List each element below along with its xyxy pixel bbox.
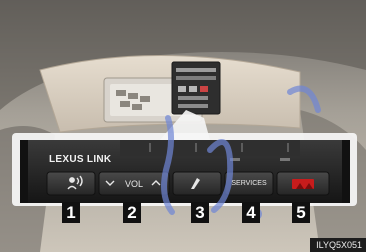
services-button[interactable]: SERVICES bbox=[225, 172, 273, 195]
overhead-console-scene bbox=[0, 0, 366, 252]
volume-label: VOL bbox=[124, 178, 143, 189]
callout-number-1: 1 bbox=[62, 202, 80, 223]
phone-button[interactable] bbox=[173, 172, 221, 195]
services-label: SERVICES bbox=[231, 180, 267, 187]
volume-button[interactable]: VOL bbox=[99, 172, 169, 195]
callout-number-4: 4 bbox=[242, 202, 260, 223]
image-code: ILYQ5X051 bbox=[310, 238, 366, 252]
callout-number-3: 3 bbox=[191, 202, 209, 223]
lexus-link-label: LEXUS LINK bbox=[49, 154, 112, 165]
voice-button[interactable] bbox=[47, 172, 95, 195]
callout-number-5: 5 bbox=[292, 202, 310, 223]
callout-number-2: 2 bbox=[123, 202, 141, 223]
sos-button[interactable] bbox=[277, 172, 329, 195]
